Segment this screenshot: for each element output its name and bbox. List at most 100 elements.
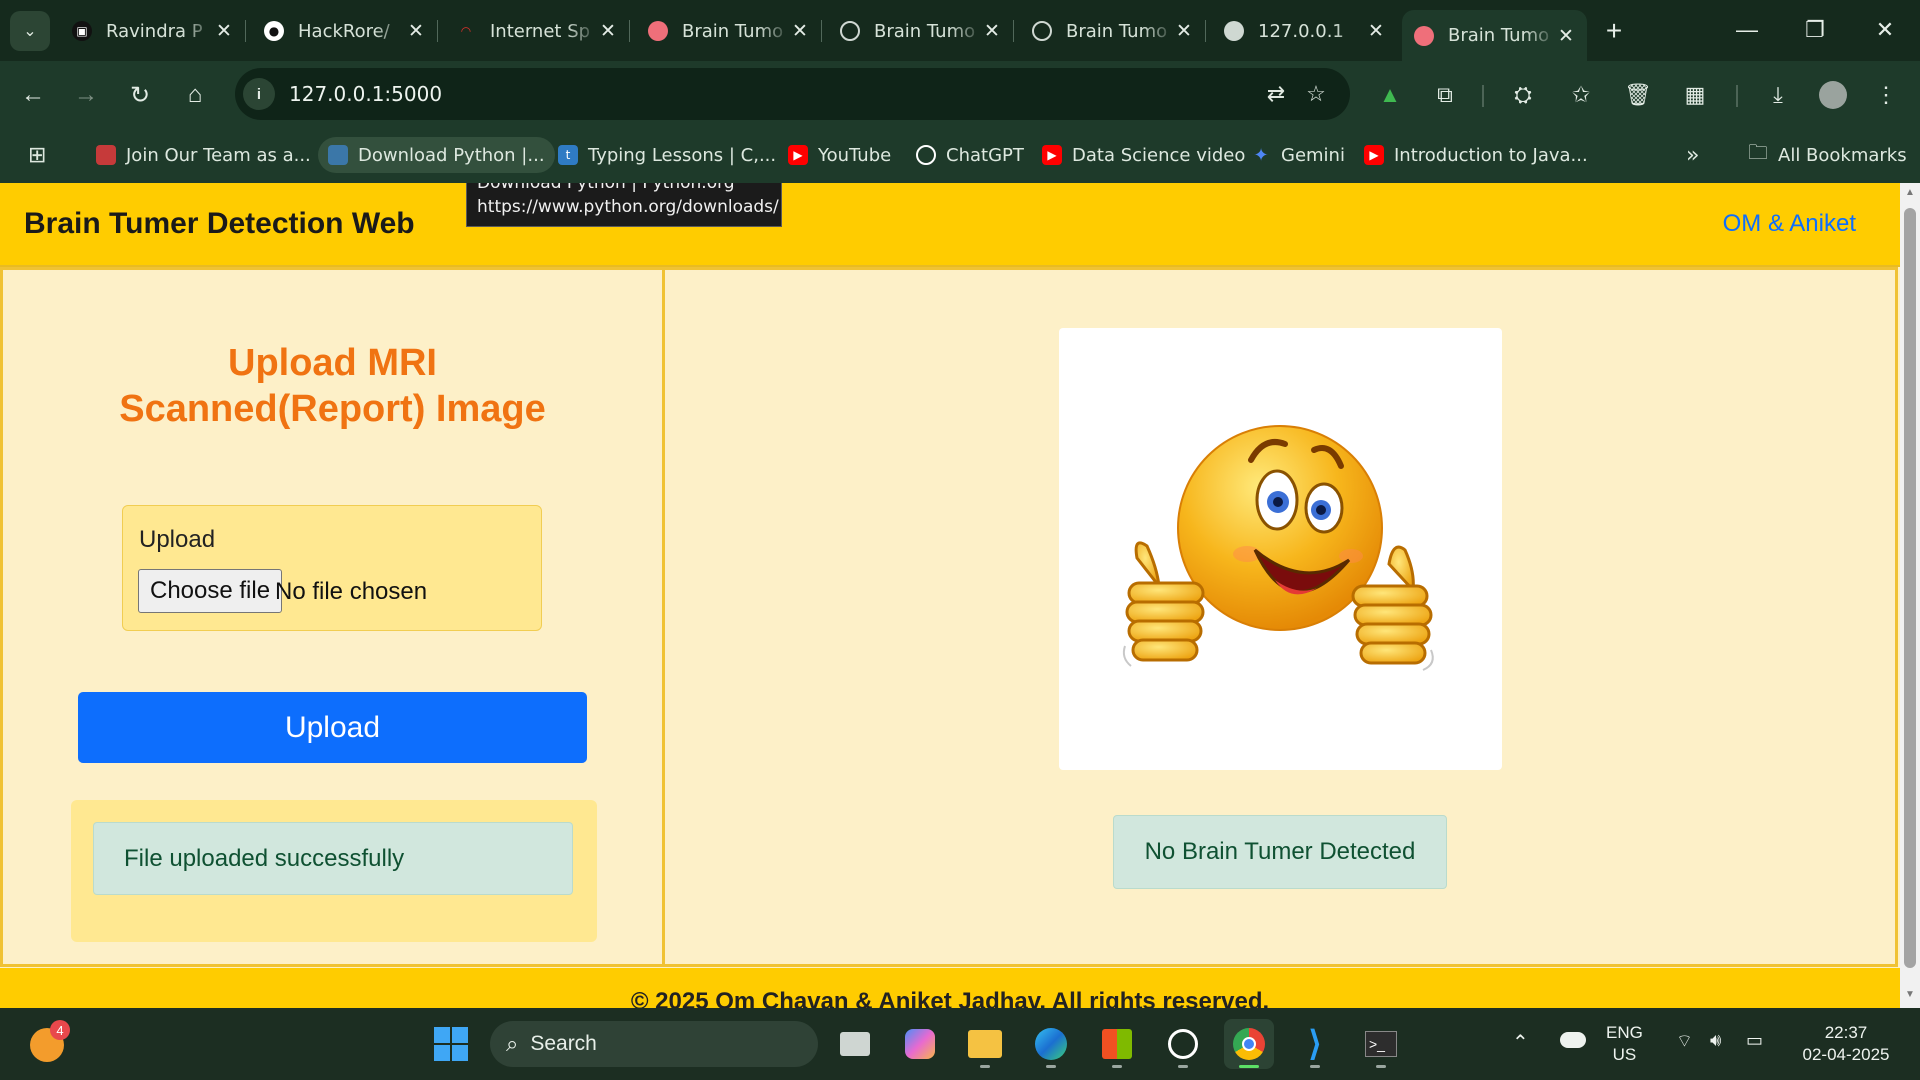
- scroll-up-icon[interactable]: ▲: [1904, 187, 1916, 198]
- tab-title: HackRore/: [298, 20, 390, 42]
- tab-search-button[interactable]: ⌄: [10, 11, 50, 51]
- taskbar-search[interactable]: ⌕ Search: [490, 1021, 818, 1067]
- clock-date: 02-04-2025: [1802, 1045, 1890, 1064]
- youtube-icon: ▶: [1042, 145, 1062, 165]
- extensions-icon[interactable]: ⧉: [1427, 77, 1463, 113]
- onedrive-icon[interactable]: [1560, 1032, 1586, 1048]
- site-info-icon[interactable]: i: [243, 78, 275, 110]
- upload-success-alert: File uploaded successfully: [93, 822, 573, 895]
- page-scrollbar[interactable]: ▲ ▼: [1900, 183, 1920, 1008]
- bookmark-label: Gemini: [1281, 144, 1345, 166]
- edge-app[interactable]: [1026, 1019, 1076, 1069]
- all-bookmarks-label: All Bookmarks: [1778, 144, 1907, 166]
- close-icon[interactable]: ✕: [983, 20, 1001, 42]
- tab-ravindra[interactable]: ▣ Ravindra P ✕: [60, 10, 246, 52]
- copilot-app[interactable]: [895, 1019, 945, 1069]
- trash-icon[interactable]: 🗑: [1620, 77, 1656, 113]
- bookmark-intro-java[interactable]: ▶ Introduction to Java...: [1354, 137, 1598, 173]
- close-window-button[interactable]: ✕: [1856, 8, 1914, 52]
- tab-brain-tumor-3[interactable]: Brain Tumo ✕: [1020, 10, 1206, 52]
- scrollbar-thumb[interactable]: [1904, 208, 1916, 968]
- close-icon[interactable]: ✕: [1367, 20, 1385, 42]
- terminal-app[interactable]: >_: [1356, 1019, 1406, 1069]
- site-brand[interactable]: Brain Tumer Detection Web: [24, 207, 415, 241]
- close-icon[interactable]: ✕: [791, 20, 809, 42]
- tab-title: Internet Sp: [490, 20, 591, 42]
- bookmark-join-team[interactable]: Join Our Team as a...: [86, 137, 321, 173]
- bookmark-favicon-icon: [96, 145, 116, 165]
- web-page: Brain Tumer Detection Web OM & Aniket Up…: [0, 183, 1900, 1008]
- chrome-app[interactable]: [1224, 1019, 1274, 1069]
- tab-internet-speed[interactable]: ◠ Internet Sp ✕: [444, 10, 630, 52]
- close-icon[interactable]: ✕: [1175, 20, 1193, 42]
- tray-overflow-icon[interactable]: ⌃: [1512, 1030, 1529, 1055]
- star-icon[interactable]: ☆: [1296, 81, 1336, 107]
- folder-icon: [968, 1030, 1002, 1058]
- bookmark-chatgpt[interactable]: ChatGPT: [906, 137, 1034, 173]
- clock[interactable]: 22:37 02-04-2025: [1786, 1022, 1906, 1066]
- apps-button[interactable]: ⊞: [18, 137, 56, 173]
- scroll-down-icon[interactable]: ▼: [1904, 989, 1916, 1000]
- start-button[interactable]: [426, 1019, 476, 1069]
- back-button[interactable]: ←: [15, 77, 51, 113]
- chevron-double-right-icon: »: [1686, 142, 1700, 168]
- bookmark-data-science[interactable]: ▶ Data Science video: [1032, 137, 1255, 173]
- running-indicator: [1310, 1065, 1320, 1068]
- tab-brain-tumor-1[interactable]: Brain Tumo ✕: [636, 10, 822, 52]
- arrow-right-icon: →: [74, 81, 98, 108]
- incognito-icon[interactable]: ⛭: [1505, 77, 1541, 113]
- store-app[interactable]: [1092, 1019, 1142, 1069]
- chatgpt-app[interactable]: [1158, 1019, 1208, 1069]
- google-drive-icon[interactable]: ▲: [1372, 77, 1408, 113]
- reload-button[interactable]: ↻: [122, 77, 158, 113]
- battery-icon[interactable]: ▭: [1746, 1030, 1763, 1051]
- home-button[interactable]: ⌂: [177, 77, 213, 113]
- side-panel-icon[interactable]: ▦: [1677, 77, 1713, 113]
- footer-copyright: © 2025 Om Chavan & Aniket Jadhav. All ri…: [630, 988, 1270, 1008]
- apps-grid-icon: ⊞: [28, 142, 47, 168]
- weather-widget[interactable]: 4: [22, 1020, 72, 1070]
- task-view-button[interactable]: [830, 1019, 880, 1069]
- wifi-icon[interactable]: ⌔: [1676, 1030, 1693, 1053]
- download-icon[interactable]: ⤓: [1760, 77, 1796, 113]
- close-icon[interactable]: ✕: [407, 20, 425, 42]
- tooltip-url: https://www.python.org/downloads/: [477, 197, 779, 217]
- gemini-icon: ✦: [1253, 144, 1269, 166]
- language-indicator[interactable]: ENG US: [1606, 1022, 1643, 1066]
- tab-hackrore[interactable]: ● HackRore/ ✕: [252, 10, 438, 52]
- bookmark-star-icon[interactable]: ✩: [1563, 77, 1599, 113]
- url-text[interactable]: 127.0.0.1:5000: [289, 82, 1256, 106]
- close-icon[interactable]: ✕: [599, 20, 617, 42]
- new-tab-button[interactable]: +: [1597, 14, 1631, 48]
- tab-title: Brain Tumo: [682, 20, 784, 42]
- forward-button[interactable]: →: [68, 77, 104, 113]
- tab-brain-tumor-2[interactable]: Brain Tumo ✕: [828, 10, 1014, 52]
- tab-brain-tumor-active[interactable]: Brain Tumo ✕: [1402, 10, 1587, 61]
- upload-button[interactable]: Upload: [78, 692, 587, 763]
- bookmark-gemini[interactable]: ✦ Gemini: [1241, 137, 1355, 173]
- tab-localhost[interactable]: 127.0.0.1 ✕: [1212, 10, 1397, 52]
- file-explorer-app[interactable]: [960, 1019, 1010, 1069]
- close-icon[interactable]: ✕: [1557, 25, 1575, 47]
- bookmark-label: Introduction to Java...: [1394, 144, 1588, 166]
- nav-link-authors[interactable]: OM & Aniket: [1723, 210, 1856, 238]
- menu-button[interactable]: ⋮: [1868, 77, 1904, 113]
- restore-button[interactable]: ❐: [1786, 8, 1844, 52]
- file-upload-box: Upload Choose file No file chosen: [122, 505, 542, 631]
- close-icon[interactable]: ✕: [215, 20, 233, 42]
- volume-icon[interactable]: 🔊︎: [1710, 1030, 1721, 1051]
- folder-icon: 🗀: [1748, 140, 1768, 164]
- translate-icon[interactable]: ⇄: [1256, 81, 1296, 107]
- more-bookmarks-button[interactable]: »: [1676, 137, 1709, 173]
- vscode-app[interactable]: ⟩: [1290, 1019, 1340, 1069]
- bookmark-youtube[interactable]: ▶ YouTube: [778, 137, 901, 173]
- reload-icon: ↻: [129, 81, 151, 109]
- profile-avatar[interactable]: [1815, 77, 1851, 113]
- address-bar[interactable]: i 127.0.0.1:5000 ⇄ ☆: [235, 68, 1350, 120]
- minimize-button[interactable]: —: [1718, 8, 1776, 52]
- choose-file-button[interactable]: Choose file: [138, 569, 283, 613]
- all-bookmarks-button[interactable]: 🗀 All Bookmarks: [1738, 137, 1917, 173]
- bookmark-typing-lessons[interactable]: t Typing Lessons | C,...: [548, 137, 786, 173]
- brain-icon: [1414, 25, 1434, 46]
- bookmark-download-python[interactable]: Download Python |...: [318, 137, 555, 173]
